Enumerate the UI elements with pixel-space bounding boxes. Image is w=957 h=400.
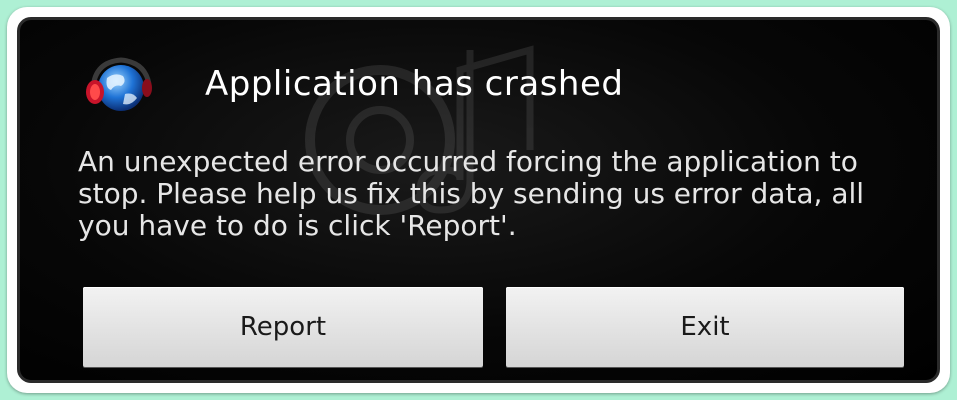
crash-dialog: Application has crashed An unexpected er… — [17, 17, 940, 383]
dialog-buttons: Report Exit — [83, 287, 904, 367]
report-button-label: Report — [239, 312, 327, 342]
error-message: An unexpected error occurred forcing the… — [78, 145, 865, 242]
report-button[interactable]: Report — [83, 287, 483, 367]
globe-headphones-icon — [86, 57, 152, 111]
dialog-header: Application has crashed — [83, 54, 623, 114]
exit-button-label: Exit — [680, 312, 730, 342]
dialog-title: Application has crashed — [205, 64, 624, 104]
exit-button[interactable]: Exit — [506, 287, 904, 367]
dialog-frame: Application has crashed An unexpected er… — [7, 7, 950, 393]
